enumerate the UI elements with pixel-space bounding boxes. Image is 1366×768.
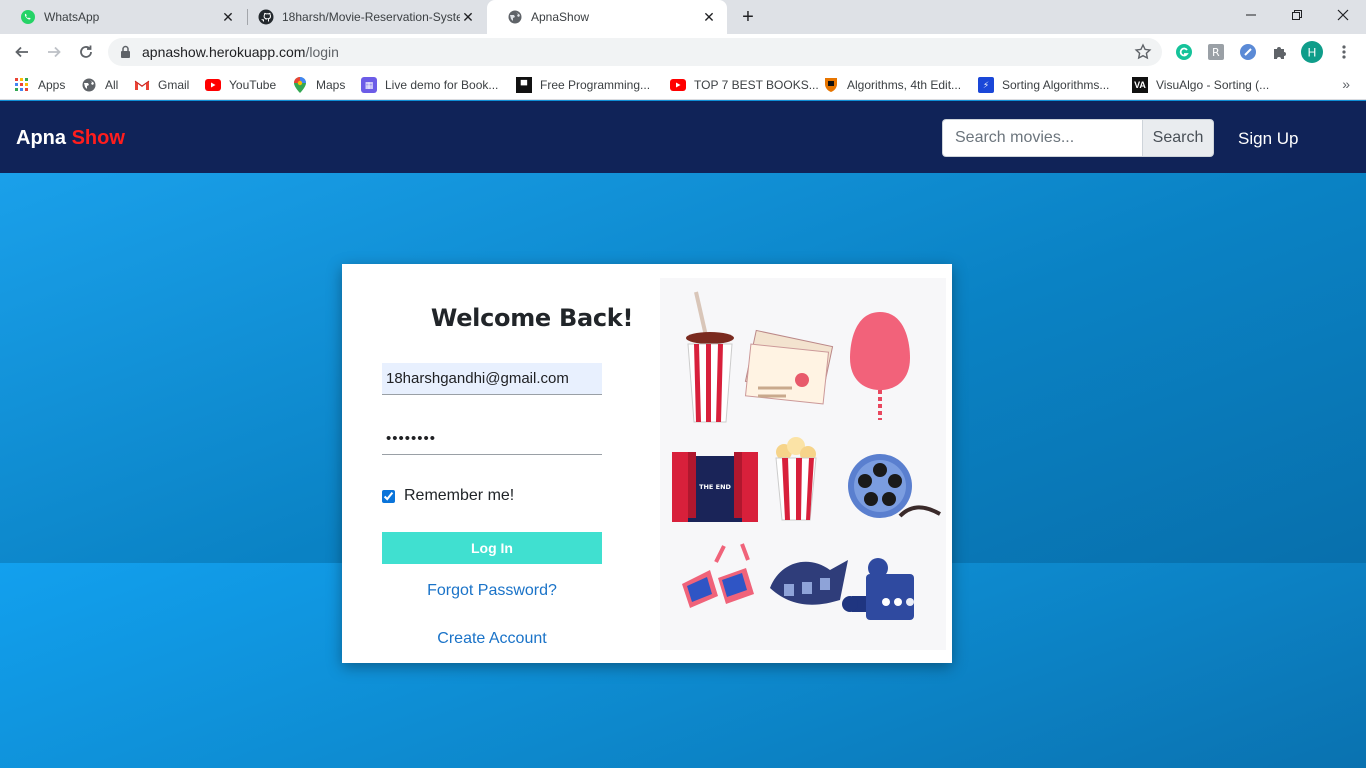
browser-toolbar: apnashow.herokuapp.com/login R H: [0, 34, 1366, 70]
maps-pin-icon: [292, 77, 308, 93]
sorting-site-icon: ⚡: [978, 77, 994, 93]
bookmark-label: Gmail: [158, 78, 190, 92]
login-heading: Welcome Back!: [430, 304, 634, 332]
email-field[interactable]: [382, 363, 602, 395]
bookmark-top-books[interactable]: TOP 7 BEST BOOKS...: [670, 76, 819, 94]
bookmark-label: TOP 7 BEST BOOKS...: [694, 78, 819, 92]
profile-avatar[interactable]: H: [1301, 41, 1323, 63]
url-host: apnashow.herokuapp.com: [142, 44, 306, 60]
site-navbar: Apna Show Search Sign Up: [0, 101, 1366, 173]
password-field[interactable]: [382, 423, 602, 455]
whatsapp-icon: [20, 9, 36, 25]
extension-lens-icon[interactable]: [1238, 42, 1258, 62]
reload-button[interactable]: [74, 40, 98, 64]
bookmark-label: Sorting Algorithms...: [1002, 78, 1110, 92]
bookmark-star-icon[interactable]: [1134, 43, 1152, 66]
apps-grid-icon: [14, 77, 30, 93]
bookmark-apps[interactable]: Apps: [14, 76, 65, 94]
browser-tab-strip: WhatsApp ✕ 18harsh/Movie-Reservation-Sys…: [0, 0, 1366, 34]
login-card: Welcome Back! Remember me! Log In Forgot…: [342, 264, 952, 663]
visualgo-icon: VA: [1132, 77, 1148, 93]
github-icon: [258, 9, 274, 25]
bookmark-label: VisuAlgo - Sorting (...: [1156, 78, 1270, 92]
minimize-button[interactable]: [1228, 0, 1274, 30]
bookmark-visualgo[interactable]: VA VisuAlgo - Sorting (...: [1132, 76, 1269, 94]
bookmark-youtube[interactable]: YouTube: [205, 76, 276, 94]
login-button[interactable]: Log In: [382, 532, 602, 564]
end-sign-text: THE END: [699, 483, 731, 491]
gmail-icon: [134, 77, 150, 93]
search-input[interactable]: [942, 119, 1142, 157]
remember-checkbox[interactable]: [382, 489, 395, 503]
back-button[interactable]: [10, 40, 34, 64]
brand-logo[interactable]: Apna Show: [16, 127, 125, 150]
remember-label: Remember me!: [404, 487, 515, 504]
close-window-button[interactable]: [1320, 0, 1366, 30]
extension-r-icon[interactable]: R: [1206, 42, 1226, 62]
bookmark-label: YouTube: [229, 78, 277, 92]
lock-icon[interactable]: [120, 45, 131, 64]
cinema-illustration: THE END: [660, 278, 946, 650]
url-text: apnashow.herokuapp.com/login: [142, 44, 339, 60]
bookmark-all[interactable]: All: [81, 76, 118, 94]
close-icon[interactable]: ✕: [701, 9, 717, 25]
create-account-link[interactable]: Create Account: [382, 630, 602, 648]
the-end-curtain-icon: THE END: [672, 452, 758, 522]
tab-github[interactable]: 18harsh/Movie-Reservation-System ✕: [238, 0, 486, 34]
bookmark-label: Live demo for Book...: [385, 78, 499, 92]
globe-icon: [507, 9, 523, 25]
forgot-password-link[interactable]: Forgot Password?: [382, 582, 602, 600]
princeton-shield-icon: [823, 77, 839, 93]
popcorn-icon: [775, 437, 817, 521]
bookmark-label: Free Programming...: [540, 78, 651, 92]
youtube-icon: [670, 77, 686, 93]
extensions-puzzle-icon[interactable]: [1270, 42, 1290, 62]
bookmark-label: Apps: [38, 78, 66, 92]
close-icon[interactable]: ✕: [460, 9, 476, 25]
bookmark-free-programming[interactable]: ▀ Free Programming...: [516, 76, 650, 94]
address-bar[interactable]: apnashow.herokuapp.com/login: [108, 38, 1162, 66]
remember-me[interactable]: Remember me!: [382, 487, 514, 505]
youtube-icon: [205, 77, 221, 93]
bookmark-algorithms[interactable]: Algorithms, 4th Edit...: [823, 76, 961, 94]
globe-icon: [81, 77, 97, 93]
tab-title: WhatsApp: [44, 10, 100, 24]
bookmark-label: Maps: [316, 78, 346, 92]
url-path: /login: [305, 44, 339, 60]
brand-primary: Apna: [16, 127, 66, 149]
menu-kebab-icon[interactable]: [1334, 42, 1354, 62]
search-button[interactable]: Search: [1142, 119, 1214, 157]
svg-text:R: R: [1212, 46, 1220, 59]
bookmarks-bar: Apps All Gmail YouTube Maps ▦ Live demo …: [0, 70, 1366, 100]
new-tab-button[interactable]: +: [738, 6, 758, 28]
bookmark-label: Algorithms, 4th Edit...: [847, 78, 962, 92]
tab-whatsapp[interactable]: WhatsApp ✕: [0, 0, 246, 34]
tab-title: ApnaShow: [531, 10, 590, 24]
bookmark-sorting[interactable]: ⚡ Sorting Algorithms...: [978, 76, 1109, 94]
grammarly-icon[interactable]: [1174, 42, 1194, 62]
forward-button[interactable]: [42, 40, 66, 64]
storefront-icon: ▀: [516, 77, 532, 93]
brand-accent: Show: [71, 127, 125, 149]
bookmark-maps[interactable]: Maps: [292, 76, 345, 94]
restore-button[interactable]: [1274, 0, 1320, 30]
calendar-icon: ▦: [361, 77, 377, 93]
tab-title: 18harsh/Movie-Reservation-System: [282, 10, 460, 24]
bookmark-label: All: [105, 78, 119, 92]
bookmark-live-demo[interactable]: ▦ Live demo for Book...: [361, 76, 498, 94]
bookmark-gmail[interactable]: Gmail: [134, 76, 189, 94]
tab-apnashow[interactable]: ApnaShow ✕: [487, 0, 727, 34]
movie-search-form: Search: [942, 119, 1214, 157]
profile-initial: H: [1308, 46, 1317, 60]
close-icon[interactable]: ✕: [220, 9, 236, 25]
signup-link[interactable]: Sign Up: [1238, 129, 1298, 149]
more-bookmarks-button[interactable]: »: [1342, 76, 1350, 92]
